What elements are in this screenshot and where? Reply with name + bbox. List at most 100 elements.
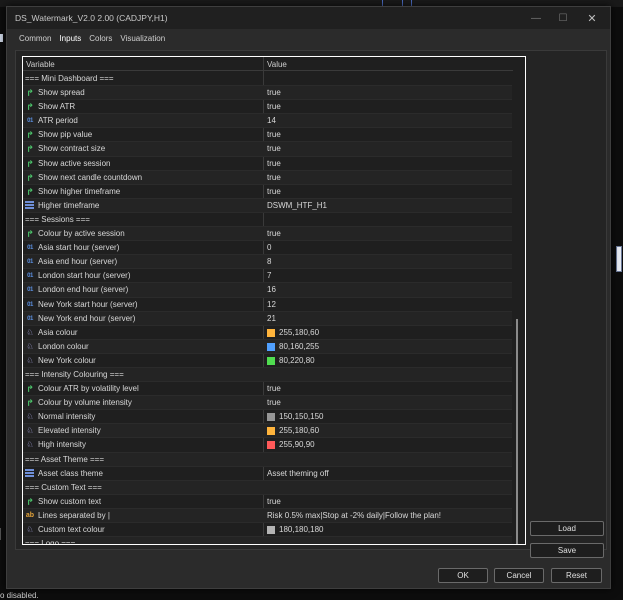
- color-swatch[interactable]: [267, 328, 275, 337]
- color-icon: ♘: [26, 412, 34, 422]
- input-row[interactable]: ↱ Colour by volume intensity true: [23, 396, 513, 411]
- vertical-scrollbar[interactable]: [512, 71, 523, 544]
- input-row[interactable]: ↱ Show custom text true: [23, 495, 513, 509]
- value-cell[interactable]: 180,180,180: [267, 525, 511, 535]
- tab-colors[interactable]: Colors: [85, 33, 116, 47]
- section-header-row[interactable]: === Intensity Colouring ===: [23, 367, 513, 383]
- load-button[interactable]: Load: [530, 521, 604, 536]
- value-cell[interactable]: 255,180,60: [267, 426, 511, 436]
- cancel-button[interactable]: Cancel: [494, 568, 544, 583]
- input-row[interactable]: Asset class theme Asset theming off: [23, 467, 513, 481]
- save-button[interactable]: Save: [530, 543, 604, 558]
- color-swatch[interactable]: [267, 526, 275, 534]
- input-row[interactable]: ♘ Asia colour 255,180,60: [23, 326, 513, 340]
- value-cell[interactable]: true: [267, 102, 511, 112]
- value-cell[interactable]: 21: [267, 314, 511, 324]
- value-cell[interactable]: true: [267, 497, 511, 507]
- variable-cell: ♘ Asia colour: [25, 328, 261, 338]
- value-text: 255,180,60: [279, 426, 320, 436]
- tab-common[interactable]: Common: [15, 33, 55, 47]
- input-row[interactable]: ♘ Elevated intensity 255,180,60: [23, 424, 513, 439]
- color-swatch[interactable]: [267, 441, 275, 450]
- variable-label: === Mini Dashboard ===: [25, 74, 114, 83]
- value-cell[interactable]: true: [267, 384, 511, 394]
- value-cell[interactable]: true: [267, 144, 511, 154]
- input-row[interactable]: ↱ Show pip value true: [23, 128, 513, 143]
- section-header-row[interactable]: === Mini Dashboard ===: [23, 72, 513, 87]
- variable-label: Asia colour: [38, 327, 78, 337]
- column-header-value[interactable]: Value: [267, 60, 287, 69]
- color-swatch[interactable]: [267, 342, 275, 351]
- value-cell[interactable]: 14: [267, 116, 511, 126]
- value-cell[interactable]: true: [267, 398, 511, 408]
- input-row[interactable]: ↱ Show ATR true: [23, 100, 513, 115]
- value-cell[interactable]: Risk 0.5% max|Stop at -2% daily|Follow t…: [267, 511, 511, 521]
- input-row[interactable]: 01 London start hour (server) 7: [23, 269, 513, 284]
- value-cell[interactable]: true: [267, 159, 511, 169]
- value-cell[interactable]: true: [267, 173, 511, 183]
- value-cell[interactable]: true: [267, 187, 511, 197]
- color-swatch[interactable]: [267, 427, 275, 436]
- section-header-row[interactable]: === Sessions ===: [23, 213, 513, 228]
- chart-price-label: [616, 246, 622, 272]
- input-row[interactable]: ↱ Show contract size true: [23, 142, 513, 157]
- input-row[interactable]: ↱ Show higher timeframe true: [23, 185, 513, 199]
- input-row[interactable]: ab Lines separated by | Risk 0.5% max|Stop…: [23, 508, 513, 523]
- scrollbar-thumb[interactable]: [516, 319, 518, 544]
- input-row[interactable]: ♘ Normal intensity 150,150,150: [23, 410, 513, 425]
- input-row[interactable]: 01 ATR period 14: [23, 114, 513, 129]
- tab-visualization[interactable]: Visualization: [116, 33, 169, 47]
- value-text: 7: [267, 271, 272, 281]
- section-header-row[interactable]: === Logo ===: [23, 537, 513, 544]
- value-text: true: [267, 88, 281, 98]
- variable-label: New York end hour (server): [38, 313, 136, 323]
- value-cell[interactable]: 12: [267, 300, 511, 310]
- grid-header: Variable Value: [23, 57, 513, 71]
- input-row[interactable]: 01 Asia end hour (server) 8: [23, 255, 513, 270]
- input-row[interactable]: ↱ Show spread true: [23, 86, 513, 101]
- value-cell[interactable]: 0: [267, 243, 511, 253]
- value-cell[interactable]: DSWM_HTF_H1: [267, 201, 511, 211]
- ok-button[interactable]: OK: [438, 568, 488, 583]
- color-swatch[interactable]: [267, 356, 275, 365]
- input-row[interactable]: ♘ London colour 80,160,255: [23, 339, 513, 354]
- reset-button[interactable]: Reset: [551, 568, 602, 583]
- input-row[interactable]: Higher timeframe DSWM_HTF_H1: [23, 198, 513, 213]
- input-row[interactable]: 01 Asia start hour (server) 0: [23, 241, 513, 256]
- input-row[interactable]: 01 New York start hour (server) 12: [23, 298, 513, 312]
- bool-icon: ↱: [26, 384, 34, 395]
- enum-icon: [25, 201, 34, 211]
- close-icon[interactable]: ✕: [580, 9, 604, 27]
- value-cell[interactable]: true: [267, 229, 511, 239]
- input-row[interactable]: 01 New York end hour (server) 21: [23, 311, 513, 326]
- input-row[interactable]: ↱ Show next candle countdown true: [23, 170, 513, 185]
- section-header-row[interactable]: === Asset Theme ===: [23, 452, 513, 467]
- tab-inputs[interactable]: Inputs: [55, 33, 85, 47]
- color-swatch[interactable]: [267, 413, 275, 422]
- variable-label: Custom text colour: [38, 525, 105, 534]
- variable-label: Show spread: [38, 88, 85, 98]
- input-row[interactable]: ↱ Colour by active session true: [23, 227, 513, 242]
- value-cell[interactable]: true: [267, 88, 511, 98]
- input-row[interactable]: ↱ Show active session true: [23, 157, 513, 171]
- input-row[interactable]: ♘ New York colour 80,220,80: [23, 354, 513, 368]
- value-cell[interactable]: true: [267, 130, 511, 140]
- value-cell[interactable]: 80,160,255: [267, 342, 511, 352]
- input-row[interactable]: 01 London end hour (server) 16: [23, 283, 513, 298]
- variable-label: New York start hour (server): [38, 299, 138, 309]
- input-row[interactable]: ♘ Custom text colour 180,180,180: [23, 523, 513, 538]
- value-cell[interactable]: 8: [267, 257, 511, 267]
- value-cell[interactable]: 150,150,150: [267, 412, 511, 422]
- color-icon: ♘: [26, 341, 34, 351]
- column-header-variable[interactable]: Variable: [26, 60, 55, 69]
- section-header-row[interactable]: === Custom Text ===: [23, 480, 513, 495]
- value-cell[interactable]: 7: [267, 271, 511, 281]
- value-cell[interactable]: 255,90,90: [267, 440, 511, 450]
- value-cell[interactable]: 255,180,60: [267, 328, 511, 338]
- value-cell[interactable]: 16: [267, 285, 511, 295]
- value-cell[interactable]: Asset theming off: [267, 469, 511, 479]
- input-row[interactable]: ♘ High intensity 255,90,90: [23, 438, 513, 453]
- value-cell[interactable]: 80,220,80: [267, 356, 511, 366]
- title-bar[interactable]: DS_Watermark_V2.0 2.00 (CADJPY,H1) — ☐ ✕: [7, 7, 610, 29]
- input-row[interactable]: ↱ Colour ATR by volatility level true: [23, 382, 513, 397]
